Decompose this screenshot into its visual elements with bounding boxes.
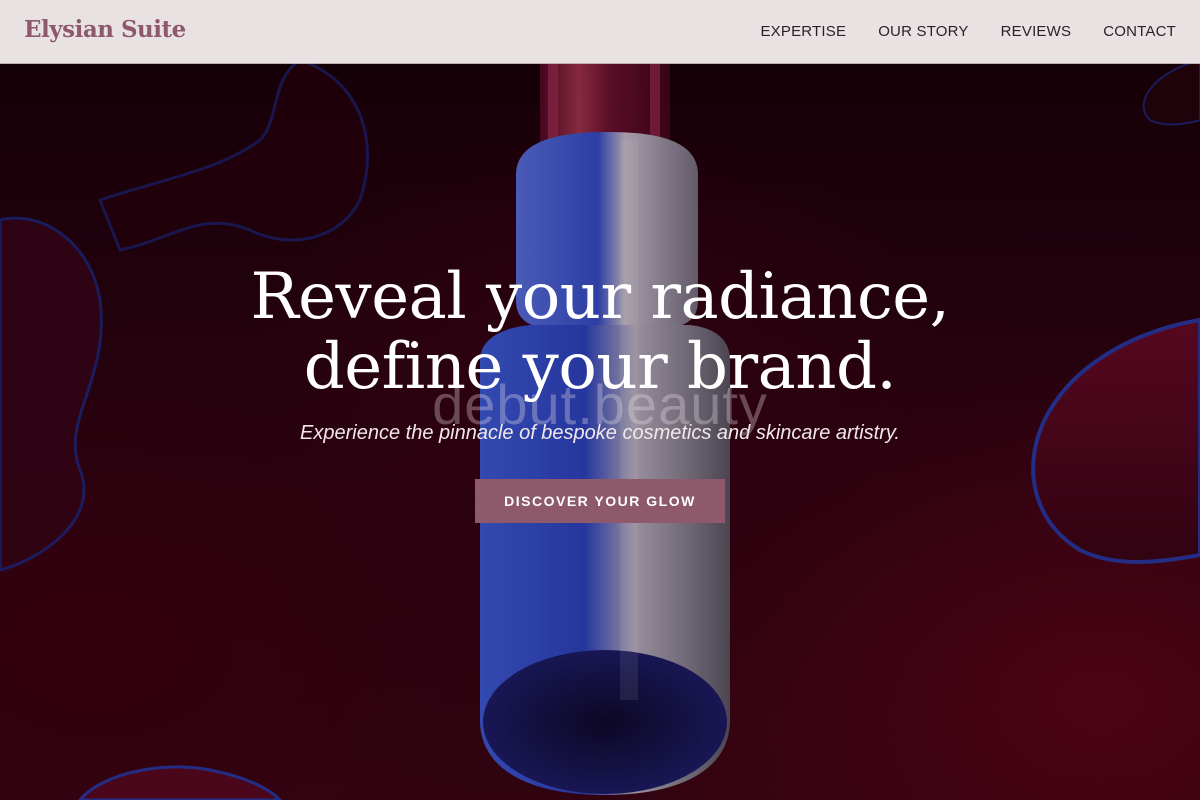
hero-title-line-1: Reveal your radiance, [250, 260, 950, 334]
top-navbar: Elysian Suite EXPERTISE OUR STORY REVIEW… [0, 0, 1200, 64]
hero-section: debut.beauty Reveal your radiance, defin… [0, 0, 1200, 800]
hero-title-line-2: define your brand. [303, 330, 897, 404]
nav-link-contact[interactable]: CONTACT [1103, 23, 1176, 40]
nav-link-reviews[interactable]: REVIEWS [1001, 23, 1072, 40]
nav-item: EXPERTISE [760, 23, 846, 41]
nav-item: OUR STORY [878, 23, 968, 41]
hero-content: Reveal your radiance, define your brand.… [0, 262, 1200, 523]
nav-link-expertise[interactable]: EXPERTISE [760, 23, 846, 40]
nav-links: EXPERTISE OUR STORY REVIEWS CONTACT [760, 0, 1176, 64]
discover-your-glow-button[interactable]: DISCOVER YOUR GLOW [475, 479, 725, 523]
nav-item: REVIEWS [1001, 23, 1072, 41]
nav-item: CONTACT [1103, 23, 1176, 41]
brand-logo[interactable]: Elysian Suite [24, 16, 186, 43]
hero-subtitle: Experience the pinnacle of bespoke cosme… [300, 422, 900, 444]
hero-title: Reveal your radiance, define your brand. [0, 262, 1200, 402]
nav-link-our-story[interactable]: OUR STORY [878, 23, 968, 40]
